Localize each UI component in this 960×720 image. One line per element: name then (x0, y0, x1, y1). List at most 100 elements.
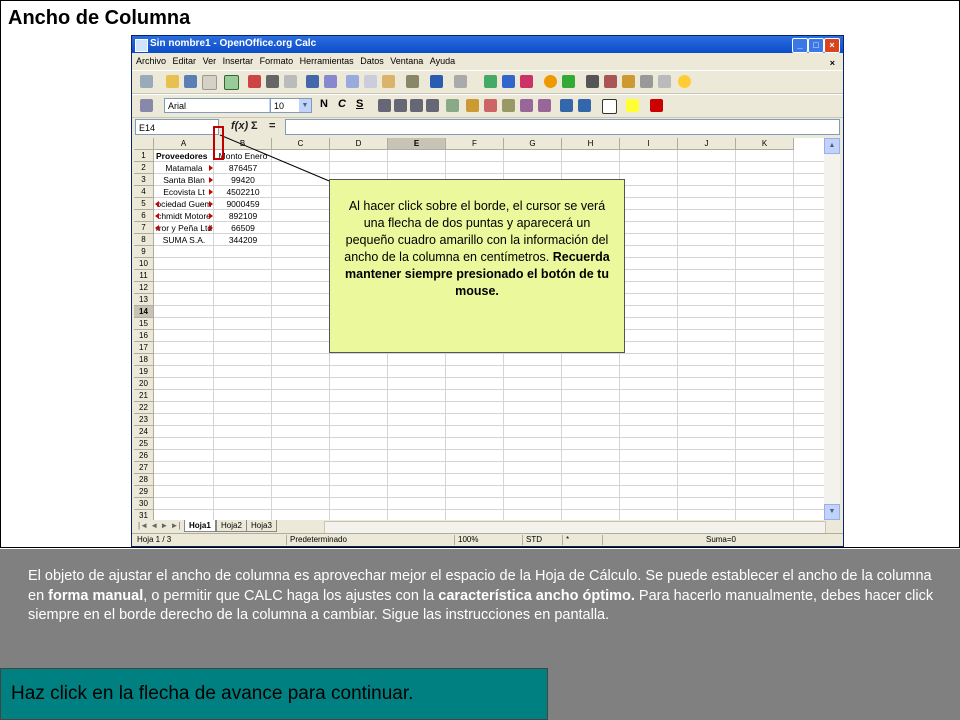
cell-a7[interactable]: rror y Peña Ltd (154, 222, 214, 234)
row-header-9[interactable]: 9 (134, 246, 154, 258)
align-center-icon[interactable] (394, 99, 407, 112)
row-header-20[interactable]: 20 (134, 378, 154, 390)
bold-button[interactable]: N (320, 98, 328, 110)
gallery-icon[interactable] (622, 75, 635, 88)
cell-a3[interactable]: Santa Blan (154, 174, 214, 186)
row-header-19[interactable]: 19 (134, 366, 154, 378)
cell-b5[interactable]: 9000459 (214, 198, 272, 210)
cell-a4[interactable]: Ecovista Lt (154, 186, 214, 198)
align-left-icon[interactable] (378, 99, 391, 112)
row-header-14[interactable]: 14 (134, 306, 154, 318)
row-header-7[interactable]: 7 (134, 222, 154, 234)
page-preview-icon[interactable] (284, 75, 297, 88)
maximize-button[interactable]: □ (808, 38, 824, 53)
decrease-indent-icon[interactable] (560, 99, 573, 112)
column-header-a[interactable]: A (154, 138, 214, 150)
help-icon[interactable] (678, 75, 691, 88)
row-header-10[interactable]: 10 (134, 258, 154, 270)
column-header-d[interactable]: D (330, 138, 388, 150)
cell-b3[interactable]: 99420 (214, 174, 272, 186)
row-header-3[interactable]: 3 (134, 174, 154, 186)
minimize-button[interactable]: _ (792, 38, 808, 53)
chevron-down-icon[interactable]: ▼ (299, 99, 311, 112)
row-header-30[interactable]: 30 (134, 498, 154, 510)
copy-icon[interactable] (364, 75, 377, 88)
export-pdf-icon[interactable] (248, 75, 261, 88)
row-header-27[interactable]: 27 (134, 462, 154, 474)
menu-archivo[interactable]: Archivo (136, 56, 166, 66)
row-header-1[interactable]: 1 (134, 150, 154, 162)
sum-icon[interactable]: Σ (251, 120, 258, 132)
column-header-i[interactable]: I (620, 138, 678, 150)
sort-descending-icon[interactable] (520, 75, 533, 88)
column-header-e[interactable]: E (388, 138, 446, 150)
status-zoom[interactable]: 100% (454, 535, 478, 545)
menu-datos[interactable]: Datos (360, 56, 384, 66)
delete-decimal-icon[interactable] (538, 99, 551, 112)
menu-herramientas[interactable]: Herramientas (300, 56, 354, 66)
column-header-h[interactable]: H (562, 138, 620, 150)
styles-formatting-icon[interactable] (140, 99, 153, 112)
function-wizard-icon[interactable]: f(x) (231, 120, 248, 132)
number-format-currency-icon[interactable] (466, 99, 479, 112)
select-all-corner[interactable] (134, 138, 154, 150)
merge-cells-icon[interactable] (446, 99, 459, 112)
italic-button[interactable]: C (338, 98, 346, 110)
tab-hoja1[interactable]: Hoja1 (184, 520, 216, 532)
increase-indent-icon[interactable] (578, 99, 591, 112)
undo-icon[interactable] (430, 75, 443, 88)
row-header-23[interactable]: 23 (134, 414, 154, 426)
font-size-combo[interactable]: 10 ▼ (270, 98, 312, 113)
row-header-18[interactable]: 18 (134, 354, 154, 366)
column-header-j[interactable]: J (678, 138, 736, 150)
underline-button[interactable]: S (356, 98, 363, 110)
hyperlink-icon[interactable] (484, 75, 497, 88)
row-header-29[interactable]: 29 (134, 486, 154, 498)
menu-ver[interactable]: Ver (203, 56, 217, 66)
status-mode[interactable]: STD (522, 535, 542, 545)
column-header-c[interactable]: C (272, 138, 330, 150)
row-header-25[interactable]: 25 (134, 438, 154, 450)
row-header-13[interactable]: 13 (134, 294, 154, 306)
background-color-icon[interactable] (626, 99, 639, 112)
justify-icon[interactable] (426, 99, 439, 112)
cell-b8[interactable]: 344209 (214, 234, 272, 246)
cell-a5[interactable]: ociedad Guem (154, 198, 214, 210)
name-box[interactable]: E14 (135, 119, 219, 135)
show-draw-functions-icon[interactable] (562, 75, 575, 88)
cell-a8[interactable]: SUMA S.A. (154, 234, 214, 246)
format-paintbrush-icon[interactable] (406, 75, 419, 88)
row-header-17[interactable]: 17 (134, 342, 154, 354)
row-header-24[interactable]: 24 (134, 426, 154, 438)
row-header-21[interactable]: 21 (134, 390, 154, 402)
spellcheck-icon[interactable] (306, 75, 319, 88)
find-replace-icon[interactable] (586, 75, 599, 88)
borders-icon[interactable] (602, 99, 617, 114)
cell-a6[interactable]: chmidt Motore (154, 210, 214, 222)
cell-a1[interactable]: Proveedores (156, 150, 216, 162)
number-format-standard-icon[interactable] (502, 99, 515, 112)
sort-ascending-icon[interactable] (502, 75, 515, 88)
document-close-icon[interactable]: × (830, 58, 835, 68)
row-header-12[interactable]: 12 (134, 282, 154, 294)
row-header-16[interactable]: 16 (134, 330, 154, 342)
row-header-8[interactable]: 8 (134, 234, 154, 246)
save-icon[interactable] (184, 75, 197, 88)
row-header-26[interactable]: 26 (134, 450, 154, 462)
scroll-up-icon[interactable]: ▲ (824, 138, 840, 154)
font-color-icon[interactable] (650, 99, 663, 112)
scroll-down-icon[interactable]: ▼ (824, 504, 840, 520)
row-header-15[interactable]: 15 (134, 318, 154, 330)
cell-b6[interactable]: 892109 (214, 210, 272, 222)
row-header-5[interactable]: 5 (134, 198, 154, 210)
row-header-2[interactable]: 2 (134, 162, 154, 174)
new-document-icon[interactable] (140, 75, 153, 88)
cell-a2[interactable]: Matamala (154, 162, 214, 174)
row-header-31[interactable]: 31 (134, 510, 154, 520)
font-name-combo[interactable]: Arial ▼ (164, 98, 282, 113)
add-decimal-icon[interactable] (520, 99, 533, 112)
zoom-icon[interactable] (658, 75, 671, 88)
row-header-6[interactable]: 6 (134, 210, 154, 222)
chart-icon[interactable] (544, 75, 557, 88)
menu-editar[interactable]: Editar (173, 56, 197, 66)
